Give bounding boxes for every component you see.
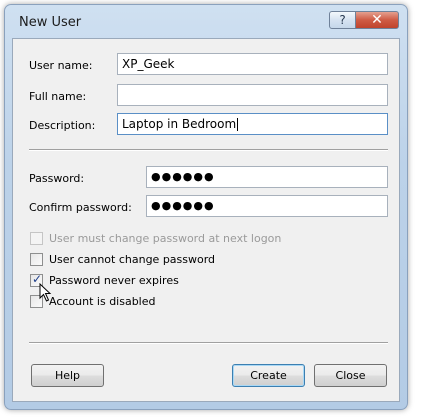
description-label: Description: [29,119,96,132]
confirm-password-input[interactable]: ●●●●●● [146,195,388,217]
separator [29,149,388,151]
user-name-input[interactable]: XP_Geek [117,53,388,75]
confirm-password-label: Confirm password: [29,201,132,214]
full-name-input[interactable] [117,84,388,106]
cannot-change-label[interactable]: User cannot change password [49,253,215,266]
must-change-label: User must change password at next logon [49,232,282,245]
must-change-checkbox [30,232,43,245]
password-input[interactable]: ●●●●●● [146,166,388,188]
dialog-title: New User [19,15,82,30]
help-button[interactable]: Help [31,364,104,387]
title-bar[interactable]: New User ? ✕ [5,5,407,39]
dialog-body: User name: XP_Geek Full name: Descriptio… [12,38,400,402]
new-user-dialog: New User ? ✕ User name: XP_Geek Full nam… [4,4,408,410]
account-disabled-label[interactable]: Account is disabled [49,295,156,308]
close-icon: ✕ [371,12,383,28]
text-caret [237,118,239,131]
user-name-label: User name: [29,59,93,72]
password-label: Password: [29,172,85,185]
never-expires-label[interactable]: Password never expires [49,274,179,287]
close-button[interactable]: Close [314,364,387,387]
cannot-change-checkbox[interactable] [30,253,43,266]
description-input[interactable]: Laptop in Bedroom [117,113,388,135]
description-value: Laptop in Bedroom [122,117,237,131]
help-title-button[interactable]: ? [329,11,356,29]
create-button[interactable]: Create [232,364,305,387]
question-mark-icon: ? [339,13,346,27]
mouse-pointer-icon [39,283,52,302]
full-name-label: Full name: [29,90,87,103]
close-title-button[interactable]: ✕ [355,11,399,29]
separator [29,342,388,344]
